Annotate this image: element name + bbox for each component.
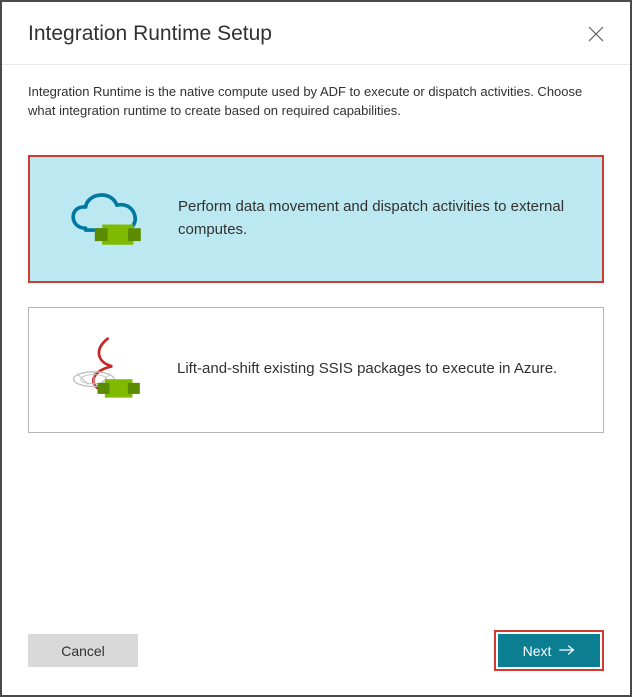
dialog-header: Integration Runtime Setup: [2, 2, 630, 65]
arrow-right-icon: [559, 643, 575, 659]
option-label: Lift-and-shift existing SSIS packages to…: [177, 358, 557, 381]
next-button[interactable]: Next: [498, 634, 600, 667]
cloud-compute-icon: [58, 179, 150, 259]
close-icon[interactable]: [588, 26, 604, 42]
dialog-title: Integration Runtime Setup: [28, 22, 272, 46]
dialog-window: Integration Runtime Setup Integration Ru…: [0, 0, 632, 697]
intro-text: Integration Runtime is the native comput…: [28, 83, 604, 121]
next-button-highlight: Next: [494, 630, 604, 671]
next-button-label: Next: [523, 643, 552, 659]
dialog-footer: Cancel Next: [2, 630, 630, 695]
cancel-button[interactable]: Cancel: [28, 634, 138, 667]
ssis-icon: [57, 330, 149, 410]
option-data-movement[interactable]: Perform data movement and dispatch activ…: [28, 155, 604, 283]
option-label: Perform data movement and dispatch activ…: [178, 196, 574, 241]
option-ssis[interactable]: Lift-and-shift existing SSIS packages to…: [28, 307, 604, 433]
dialog-body: Integration Runtime is the native comput…: [2, 65, 630, 630]
